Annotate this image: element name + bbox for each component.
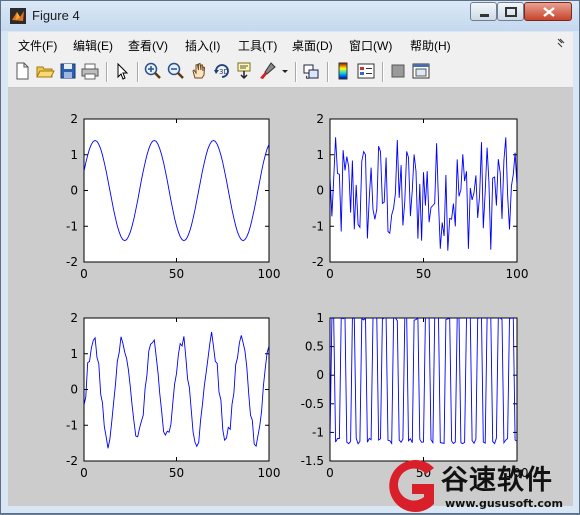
figure-canvas: 0 50 100 2 1 0 -1 -2 0 50 100 2 1 0 -1 -2 0 50 100 2 1 0 -1 -2 0… (8, 88, 573, 506)
menu-help[interactable]: 帮助(H) (410, 37, 451, 54)
minimize-icon (480, 14, 489, 17)
y-tick-label: 0 (70, 383, 78, 397)
rotate-3d-icon[interactable]: 3D (212, 61, 232, 81)
menu-tools[interactable]: 工具(T) (238, 37, 277, 54)
x-tick-label: 100 (258, 466, 281, 480)
x-tick-label: 50 (416, 267, 431, 281)
y-tick-label: 1 (316, 311, 324, 325)
legend-icon[interactable] (356, 61, 376, 81)
toolbar: 3D (8, 56, 573, 88)
menu-bar: 文件(F) 编辑(E) 查看(V) 插入(I) 工具(T) 桌面(D) 窗口(W… (8, 32, 573, 56)
toolbar-separator (106, 62, 108, 82)
brush-icon[interactable] (258, 61, 278, 81)
y-tick-label: 2 (70, 311, 78, 325)
y-tick-label: -2 (312, 255, 324, 269)
figure-window: Figure 4 文件(F) 编辑(E) 查看(V) 插入(I) 工具(T) 桌… (0, 0, 580, 514)
y-tick-label: 0 (316, 368, 324, 382)
toolbar-separator (327, 62, 329, 82)
y-tick-label: 0 (70, 184, 78, 198)
x-tick-label: 100 (506, 267, 529, 281)
y-tick-label: -1 (312, 219, 324, 233)
y-tick-label: -2 (66, 454, 78, 468)
y-tick-label: 1 (70, 148, 78, 162)
y-tick-label: 0.5 (305, 340, 324, 354)
axes-box (83, 118, 270, 263)
hide-plot-tools-icon[interactable] (388, 61, 408, 81)
new-figure-icon[interactable] (12, 61, 32, 81)
x-tick-label: 0 (80, 466, 88, 480)
watermark: 谷速软件 www.gususoft.com (380, 458, 580, 515)
y-tick-label: -2 (66, 255, 78, 269)
brush-dropdown-icon[interactable] (280, 61, 290, 81)
y-tick-label: 0 (316, 184, 324, 198)
watermark-brand: 谷速软件 (441, 465, 553, 496)
y-tick-label: -0.5 (301, 397, 324, 411)
minimize-button[interactable] (470, 2, 497, 21)
x-tick-label: 0 (326, 267, 334, 281)
pan-hand-icon[interactable] (189, 61, 209, 81)
maximize-icon (505, 7, 517, 17)
x-tick-label: 100 (258, 267, 281, 281)
y-tick-label: -1.5 (301, 454, 324, 468)
zoom-in-icon[interactable] (143, 61, 163, 81)
close-icon (543, 7, 555, 17)
menu-view[interactable]: 查看(V) (128, 37, 168, 54)
menu-window[interactable]: 窗口(W) (349, 37, 392, 54)
save-icon[interactable] (58, 61, 78, 81)
matlab-icon (10, 8, 26, 24)
x-tick-label: 0 (80, 267, 88, 281)
x-tick-label: 50 (169, 466, 184, 480)
axes-box (83, 317, 270, 462)
subplot-1[interactable]: 0 50 100 2 1 0 -1 -2 (66, 112, 280, 281)
subplot-area: 0 50 100210-1-20 50 100210-1-20 50 100210-1-20… (66, 112, 529, 480)
edit-plot-arrow-icon[interactable] (112, 61, 132, 81)
y-tick-label: 2 (70, 112, 78, 126)
open-file-icon[interactable] (35, 61, 55, 81)
y-tick-label: -1 (66, 418, 78, 432)
y-tick-label: 1 (70, 347, 78, 361)
gusu-logo (389, 460, 434, 512)
double-chevron-icon[interactable] (557, 37, 567, 51)
x-tick-label: 0 (326, 466, 334, 480)
zoom-out-icon[interactable] (166, 61, 186, 81)
colorbar-icon[interactable] (333, 61, 353, 81)
title-bar[interactable]: Figure 4 (1, 1, 579, 31)
menu-desktop[interactable]: 桌面(D) (292, 37, 333, 54)
subplot-2[interactable]: 0 50 100 2 1 0 -1 -2 (312, 112, 528, 281)
menu-file[interactable]: 文件(F) (18, 37, 57, 54)
x-tick-label: 50 (169, 267, 184, 281)
watermark-url: www.gususoft.com (445, 497, 563, 510)
toolbar-separator (382, 62, 384, 82)
link-plot-icon[interactable] (301, 61, 321, 81)
subplot-3[interactable]: 0 50 100 2 1 0 -1 -2 (66, 311, 280, 480)
y-tick-label: -1 (66, 219, 78, 233)
toolbar-separator (137, 62, 139, 82)
maximize-button[interactable] (497, 2, 524, 21)
y-tick-label: 2 (316, 112, 324, 126)
menu-edit[interactable]: 编辑(E) (73, 37, 113, 54)
y-tick-label: -1 (312, 425, 324, 439)
data-cursor-icon[interactable] (235, 61, 255, 81)
svg-text:3D: 3D (219, 68, 229, 76)
toolbar-separator (295, 62, 297, 82)
print-icon[interactable] (80, 61, 100, 81)
subplot-4[interactable]: 0 50 10010.50-0.5-1-1.5 (301, 311, 529, 480)
close-button[interactable] (524, 2, 572, 21)
window-title: Figure 4 (32, 8, 80, 23)
menu-insert[interactable]: 插入(I) (185, 37, 220, 54)
y-tick-label: 1 (316, 148, 324, 162)
show-plot-tools-icon[interactable] (411, 61, 431, 81)
